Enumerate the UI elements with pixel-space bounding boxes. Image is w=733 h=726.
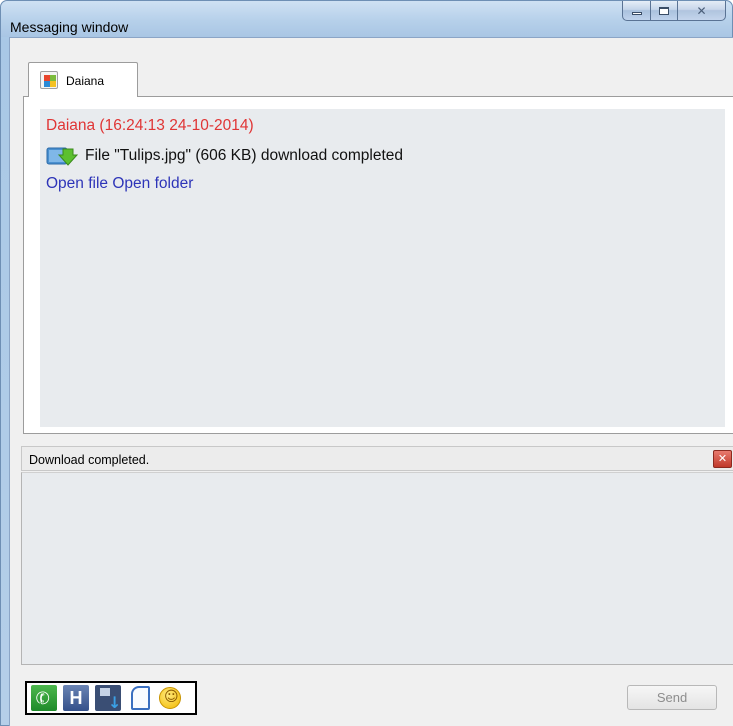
phone-icon[interactable]: ✆ (31, 685, 57, 711)
smiley-icon[interactable]: ☺ (159, 687, 181, 709)
tab-daiana[interactable]: Daiana (28, 62, 138, 97)
maximize-button[interactable] (651, 1, 678, 21)
open-file-link[interactable]: Open file (46, 175, 108, 192)
open-folder-link[interactable]: Open folder (112, 175, 193, 192)
message-input[interactable] (21, 472, 733, 665)
close-icon: ✕ (696, 3, 707, 18)
messaging-window: Messaging window ✕ Daiana Daiana (16:24:… (0, 0, 733, 726)
status-bar: Download completed. ✕ (21, 446, 733, 471)
message-sender-timestamp: Daiana (16:24:13 24-10-2014) (46, 117, 254, 134)
conversation-panel: Daiana (16:24:13 24-10-2014) File "Tulip… (23, 96, 733, 434)
minimize-icon (631, 12, 642, 15)
maximize-icon (659, 6, 669, 15)
file-links: Open file Open folder (46, 175, 193, 193)
window-controls: ✕ (622, 1, 726, 21)
file-transfer-status: File "Tulips.jpg" (606 KB) download comp… (85, 147, 404, 164)
title-bar[interactable]: Messaging window ✕ (1, 1, 732, 37)
minimize-button[interactable] (622, 1, 651, 21)
action-toolbar: ✆ H ↓ ☺ (25, 681, 197, 715)
save-icon[interactable]: ↓ (95, 685, 121, 712)
download-completed-icon (46, 147, 78, 166)
close-x-icon[interactable]: ✕ (713, 450, 732, 468)
file-icon[interactable] (127, 685, 153, 711)
chat-history: Daiana (16:24:13 24-10-2014) File "Tulip… (40, 109, 725, 427)
window-title: Messaging window (10, 19, 129, 35)
windows-logo-icon (40, 71, 58, 89)
close-button[interactable]: ✕ (678, 1, 726, 21)
tab-label: Daiana (66, 74, 105, 88)
history-icon[interactable]: H (63, 685, 89, 711)
window-client-area: Daiana Daiana (16:24:13 24-10-2014) File… (9, 37, 733, 726)
status-text: Download completed. (29, 453, 150, 467)
send-button[interactable]: Send (627, 685, 717, 710)
